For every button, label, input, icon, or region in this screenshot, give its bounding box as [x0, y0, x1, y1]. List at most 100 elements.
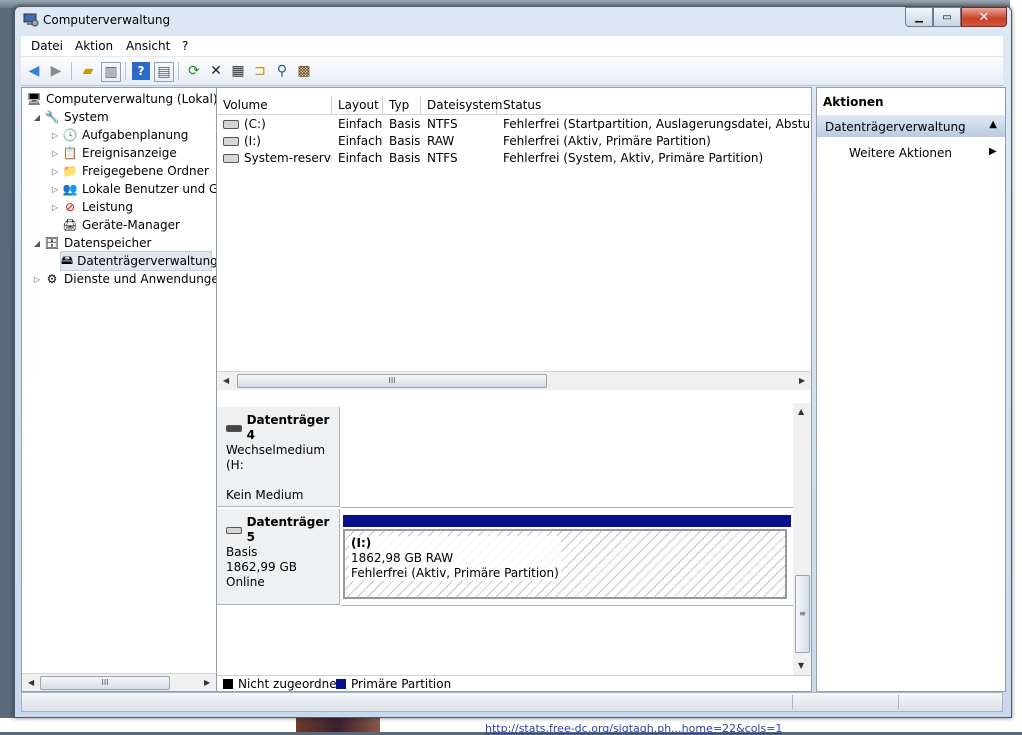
open-folder-icon[interactable]: ⊐	[251, 62, 269, 80]
volume-type: Basis	[389, 134, 421, 148]
title-bar[interactable]: Computerverwaltung ▁ ▭ ✕	[15, 7, 1011, 33]
menu-ansicht[interactable]: Ansicht	[126, 39, 170, 53]
volume-layout: Einfach	[338, 151, 383, 165]
collapse-icon[interactable]: ◢	[32, 239, 42, 248]
close-button[interactable]: ✕	[961, 7, 1007, 27]
scrollbar-thumb[interactable]: III	[40, 676, 170, 690]
column-layout[interactable]: Layout	[332, 96, 383, 114]
collapse-up-icon[interactable]: ▲	[989, 119, 997, 130]
tree-item-geraete-manager[interactable]: 🖨 Geräte-Manager	[62, 216, 180, 234]
tree-item-ereignisanzeige[interactable]: ▷ 📋 Ereignisanzeige	[50, 144, 177, 162]
column-typ[interactable]: Typ	[383, 96, 421, 114]
disk-view-vertical-scrollbar[interactable]: ▲ ≡ ▼	[793, 403, 811, 675]
computer-management-window: Computerverwaltung ▁ ▭ ✕ Datei Aktion An…	[14, 6, 1012, 718]
disk-management-icon: 🖴	[61, 252, 74, 267]
toolbar-separator	[71, 62, 72, 80]
collapse-icon[interactable]: ◢	[32, 113, 42, 122]
column-status[interactable]: Status	[497, 96, 811, 114]
help-icon[interactable]: ?	[132, 62, 150, 80]
back-arrow-icon[interactable]: ◀	[25, 62, 43, 80]
disk-type: Wechselmedium (H:	[226, 443, 326, 472]
drive-icon	[223, 154, 239, 163]
volume-row[interactable]: (C:) Einfach Basis NTFS Fehlerfrei (Star…	[217, 116, 811, 133]
column-volume[interactable]: Volume	[217, 96, 332, 114]
status-bar	[21, 692, 1003, 712]
delete-icon[interactable]: ✕	[207, 62, 225, 80]
volume-type: Basis	[389, 117, 421, 131]
expand-icon[interactable]: ▷	[50, 185, 60, 194]
disk-5-label[interactable]: Datenträger 5 Basis 1862,99 GB Online	[217, 509, 340, 605]
volume-filesystem: NTFS	[427, 117, 458, 131]
tree-item-datenspeicher[interactable]: ◢ 🗄 Datenspeicher	[32, 234, 151, 252]
up-folder-icon[interactable]: ▰	[79, 62, 97, 80]
column-dateisystem[interactable]: Dateisystem	[421, 96, 502, 114]
tree-horizontal-scrollbar[interactable]: ◀ III ▶	[22, 673, 216, 691]
tree-item-leistung[interactable]: ▷ ⊘ Leistung	[50, 198, 133, 216]
maximize-button[interactable]: ▭	[933, 7, 961, 27]
actions-section-disk-management[interactable]: Datenträgerverwaltung ▲	[817, 115, 1005, 137]
tree-item-system[interactable]: ◢ 🔧 System	[32, 108, 109, 126]
volume-row[interactable]: System-reserviert Einfach Basis NTFS Feh…	[217, 150, 811, 167]
volume-row[interactable]: (I:) Einfach Basis RAW Fehlerfrei (Aktiv…	[217, 133, 811, 150]
tree-item-freigegebene-ordner[interactable]: ▷ 📁 Freigegebene Ordner	[50, 162, 209, 180]
disk-icon	[226, 526, 242, 534]
menu-aktion[interactable]: Aktion	[75, 39, 113, 53]
more-actions-item[interactable]: Weitere Aktionen	[849, 146, 952, 160]
scroll-left-icon[interactable]: ◀	[28, 678, 34, 687]
scroll-up-icon[interactable]: ▲	[798, 407, 804, 416]
tree-item-aufgabenplanung[interactable]: ▷ 🕓 Aufgabenplanung	[50, 126, 188, 144]
submenu-arrow-icon[interactable]: ▶	[989, 146, 997, 157]
shared-folder-icon: 📁	[62, 164, 78, 178]
scroll-right-icon[interactable]: ▶	[204, 678, 210, 687]
volume-name: System-reserviert	[244, 151, 332, 165]
expand-icon[interactable]: ▷	[50, 131, 60, 140]
tree-item-dienste[interactable]: ▷ ⚙ Dienste und Anwendungen	[32, 270, 217, 288]
partition-i[interactable]: (I:) 1862,98 GB RAW Fehlerfrei (Aktiv, P…	[343, 529, 787, 599]
volume-status: Fehlerfrei (System, Aktiv, Primäre Parti…	[503, 151, 764, 165]
search-icon[interactable]: ⚲	[273, 62, 291, 80]
menu-datei[interactable]: Datei	[31, 39, 63, 53]
scrollbar-thumb[interactable]: ≡	[795, 575, 810, 653]
expand-icon[interactable]: ▷	[50, 167, 60, 176]
forward-arrow-icon[interactable]: ▶	[47, 62, 65, 80]
removable-disk-icon	[226, 424, 242, 432]
drive-icon	[223, 120, 239, 129]
show-hide-tree-icon[interactable]: ▥	[101, 62, 121, 82]
window-title: Computerverwaltung	[43, 13, 171, 27]
tree-item-lokale-benutzer[interactable]: ▷ 👥 Lokale Benutzer und Gruppen	[50, 180, 216, 198]
tree-label: Dienste und Anwendungen	[64, 272, 217, 286]
tree-item-datentraegerverwaltung[interactable]: 🖴 Datenträgerverwaltung	[60, 251, 216, 271]
menu-bar: Datei Aktion Ansicht ?	[21, 36, 1003, 57]
legend-label: Nicht zugeordnet	[238, 677, 342, 691]
disk-graphical-view: Datenträger 4 Wechselmedium (H: Kein Med…	[217, 403, 793, 675]
volume-type: Basis	[389, 151, 421, 165]
tree-item-root[interactable]: 🖥 Computerverwaltung (Lokal)	[26, 90, 216, 108]
partition-status: Fehlerfrei (Aktiv, Primäre Partition)	[351, 566, 559, 580]
volume-list-horizontal-scrollbar[interactable]: ◀ III ▶	[217, 371, 811, 390]
volume-list-header: Volume Layout Typ Dateisystem Status	[217, 96, 811, 115]
users-icon: 👥	[62, 182, 78, 196]
show-hide-action-pane-icon[interactable]: ▤	[154, 62, 174, 82]
background-link[interactable]: http://stats.free-dc.org/sigtagh.ph...ho…	[485, 722, 782, 735]
scroll-left-icon[interactable]: ◀	[223, 376, 229, 385]
menu-help[interactable]: ?	[182, 39, 188, 53]
volume-filesystem: RAW	[427, 134, 455, 148]
refresh-icon[interactable]: ⟳	[185, 62, 203, 80]
services-icon: ⚙	[46, 272, 58, 286]
disk-type: Basis	[226, 545, 258, 559]
disk-4-label[interactable]: Datenträger 4 Wechselmedium (H: Kein Med…	[217, 407, 340, 507]
expand-icon[interactable]: ▷	[50, 149, 60, 158]
actions-header: Aktionen	[817, 88, 1005, 112]
scroll-right-icon[interactable]: ▶	[799, 376, 805, 385]
expand-icon[interactable]: ▷	[32, 275, 42, 284]
export-icon[interactable]: ▩	[295, 62, 313, 80]
properties-icon[interactable]: ▦	[229, 62, 247, 80]
scroll-down-icon[interactable]: ▼	[798, 661, 804, 670]
legend-swatch-unallocated	[223, 679, 233, 689]
volume-filesystem: NTFS	[427, 151, 458, 165]
scrollbar-thumb[interactable]: III	[237, 374, 547, 388]
minimize-button[interactable]: ▁	[905, 7, 933, 27]
disk-management-pane: Volume Layout Typ Dateisystem Status (C:…	[216, 87, 812, 692]
expand-icon[interactable]: ▷	[50, 203, 60, 212]
volume-layout: Einfach	[338, 117, 383, 131]
